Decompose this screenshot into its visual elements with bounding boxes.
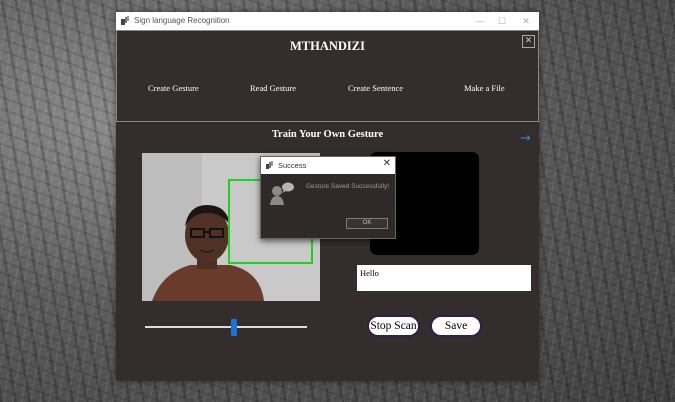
dialog-close-button[interactable]: ✕ (383, 158, 391, 169)
arrow-right-icon[interactable]: → (520, 132, 531, 145)
stop-scan-button[interactable]: Stop Scan (367, 315, 420, 337)
window-title: Sign language Recognition (134, 16, 230, 25)
dialog-ok-button[interactable]: OK (346, 218, 388, 229)
save-button[interactable]: Save (430, 315, 482, 337)
header-panel: MTHANDIZI ✕ Create Gesture Read Gesture … (116, 30, 539, 122)
dialog-title: Success (278, 161, 307, 170)
minimize-button[interactable]: — (471, 14, 489, 28)
app-brand: MTHANDIZI (289, 39, 365, 53)
menu-create-gesture[interactable]: Create Gesture (148, 83, 199, 93)
window-titlebar: Sign language Recognition — ☐ ✕ (116, 12, 539, 30)
close-icon[interactable]: ✕ (522, 35, 535, 48)
maximize-button[interactable]: ☐ (493, 14, 511, 28)
dialog-titlebar: Success ✕ (261, 157, 395, 174)
success-dialog: Success ✕ Gesture Saved Successfully! OK (260, 156, 396, 239)
dialog-message: Gesture Saved Successfully! (306, 183, 390, 190)
slider-thumb[interactable] (231, 319, 237, 336)
menu-make-a-file[interactable]: Make a File (464, 83, 505, 93)
menu-create-sentence[interactable]: Create Sentence (348, 83, 403, 93)
hand-sign-icon (121, 16, 129, 25)
menu-read-gesture[interactable]: Read Gesture (250, 83, 296, 93)
recognized-text-output: Hello (357, 265, 531, 291)
info-chat-icon (270, 182, 294, 205)
hand-sign-icon (266, 161, 273, 169)
section-title: Train Your Own Gesture (271, 129, 384, 140)
threshold-slider[interactable] (145, 318, 307, 336)
slider-track (145, 326, 307, 328)
close-window-button[interactable]: ✕ (517, 14, 535, 28)
